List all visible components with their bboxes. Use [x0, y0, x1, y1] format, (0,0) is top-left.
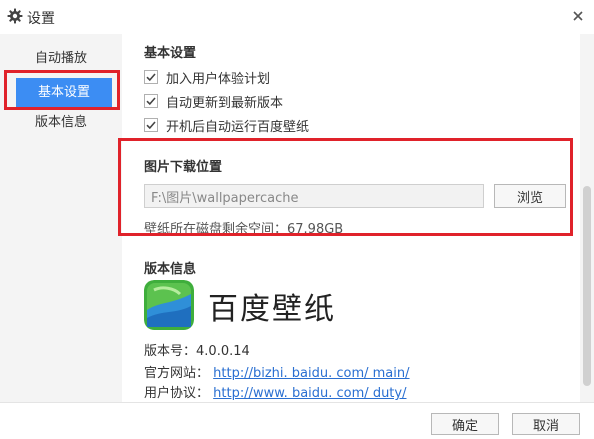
dialog-footer: 确定 取消 [0, 402, 594, 439]
version-info-title: 版本信息 [144, 262, 197, 277]
sidebar-item-label: 自动播放 [34, 51, 87, 66]
sidebar-item-label: 基本设置 [37, 85, 90, 100]
sidebar-item-basic-settings[interactable]: 基本设置 [16, 78, 112, 108]
window-title: 设置 [27, 11, 55, 27]
title-bar: 设置 [0, 0, 594, 34]
baidu-wallpaper-logo-icon [144, 280, 194, 330]
sidebar-item-label: 版本信息 [34, 115, 87, 130]
option-label: 加入用户体验计划 [166, 72, 271, 87]
browse-button[interactable]: 浏览 [494, 184, 566, 208]
option-label: 开机后自动运行百度壁纸 [166, 120, 310, 135]
option-label: 自动更新到最新版本 [166, 96, 284, 111]
close-icon[interactable] [570, 8, 586, 24]
download-location-title: 图片下载位置 [144, 160, 223, 175]
basic-settings-title: 基本设置 [144, 46, 197, 61]
cancel-button[interactable]: 取消 [512, 413, 580, 435]
version-value: 4.0.0.14 [196, 344, 250, 359]
gear-icon [7, 8, 23, 24]
checkbox[interactable] [144, 94, 158, 108]
agreement-label: 用户协议： [144, 386, 210, 401]
sidebar: 自动播放 基本设置 版本信息 [0, 34, 122, 402]
version-label: 版本号： [144, 344, 197, 359]
official-site-row: 官方网站： http://bizhi. baidu. com/ main/ [144, 362, 410, 381]
user-agreement-row: 用户协议： http://www. baidu. com/ duty/ [144, 382, 406, 401]
settings-content: 基本设置 加入用户体验计划 自动更新到最新版本 开机后自动运行百度壁纸 图片下载… [122, 34, 580, 402]
version-number-row: 版本号：4.0.0.14 [144, 340, 250, 359]
download-path-input[interactable] [144, 184, 484, 208]
checkbox[interactable] [144, 70, 158, 84]
scrollbar-thumb[interactable] [583, 186, 591, 386]
sidebar-item-version-info[interactable]: 版本信息 [0, 108, 122, 138]
site-label: 官方网站： [144, 366, 210, 381]
disk-space-text: 壁纸所在磁盘剩余空间：67.98GB [144, 222, 344, 237]
sidebar-item-autoplay[interactable]: 自动播放 [0, 44, 122, 74]
app-name: 百度壁纸 [208, 292, 336, 327]
scrollbar[interactable] [580, 34, 594, 402]
checkbox[interactable] [144, 118, 158, 132]
check-icon [146, 73, 156, 82]
user-agreement-link[interactable]: http://www. baidu. com/ duty/ [213, 386, 406, 401]
ok-button[interactable]: 确定 [431, 413, 499, 435]
official-site-link[interactable]: http://bizhi. baidu. com/ main/ [213, 366, 409, 381]
check-icon [146, 97, 156, 106]
check-icon [146, 121, 156, 130]
